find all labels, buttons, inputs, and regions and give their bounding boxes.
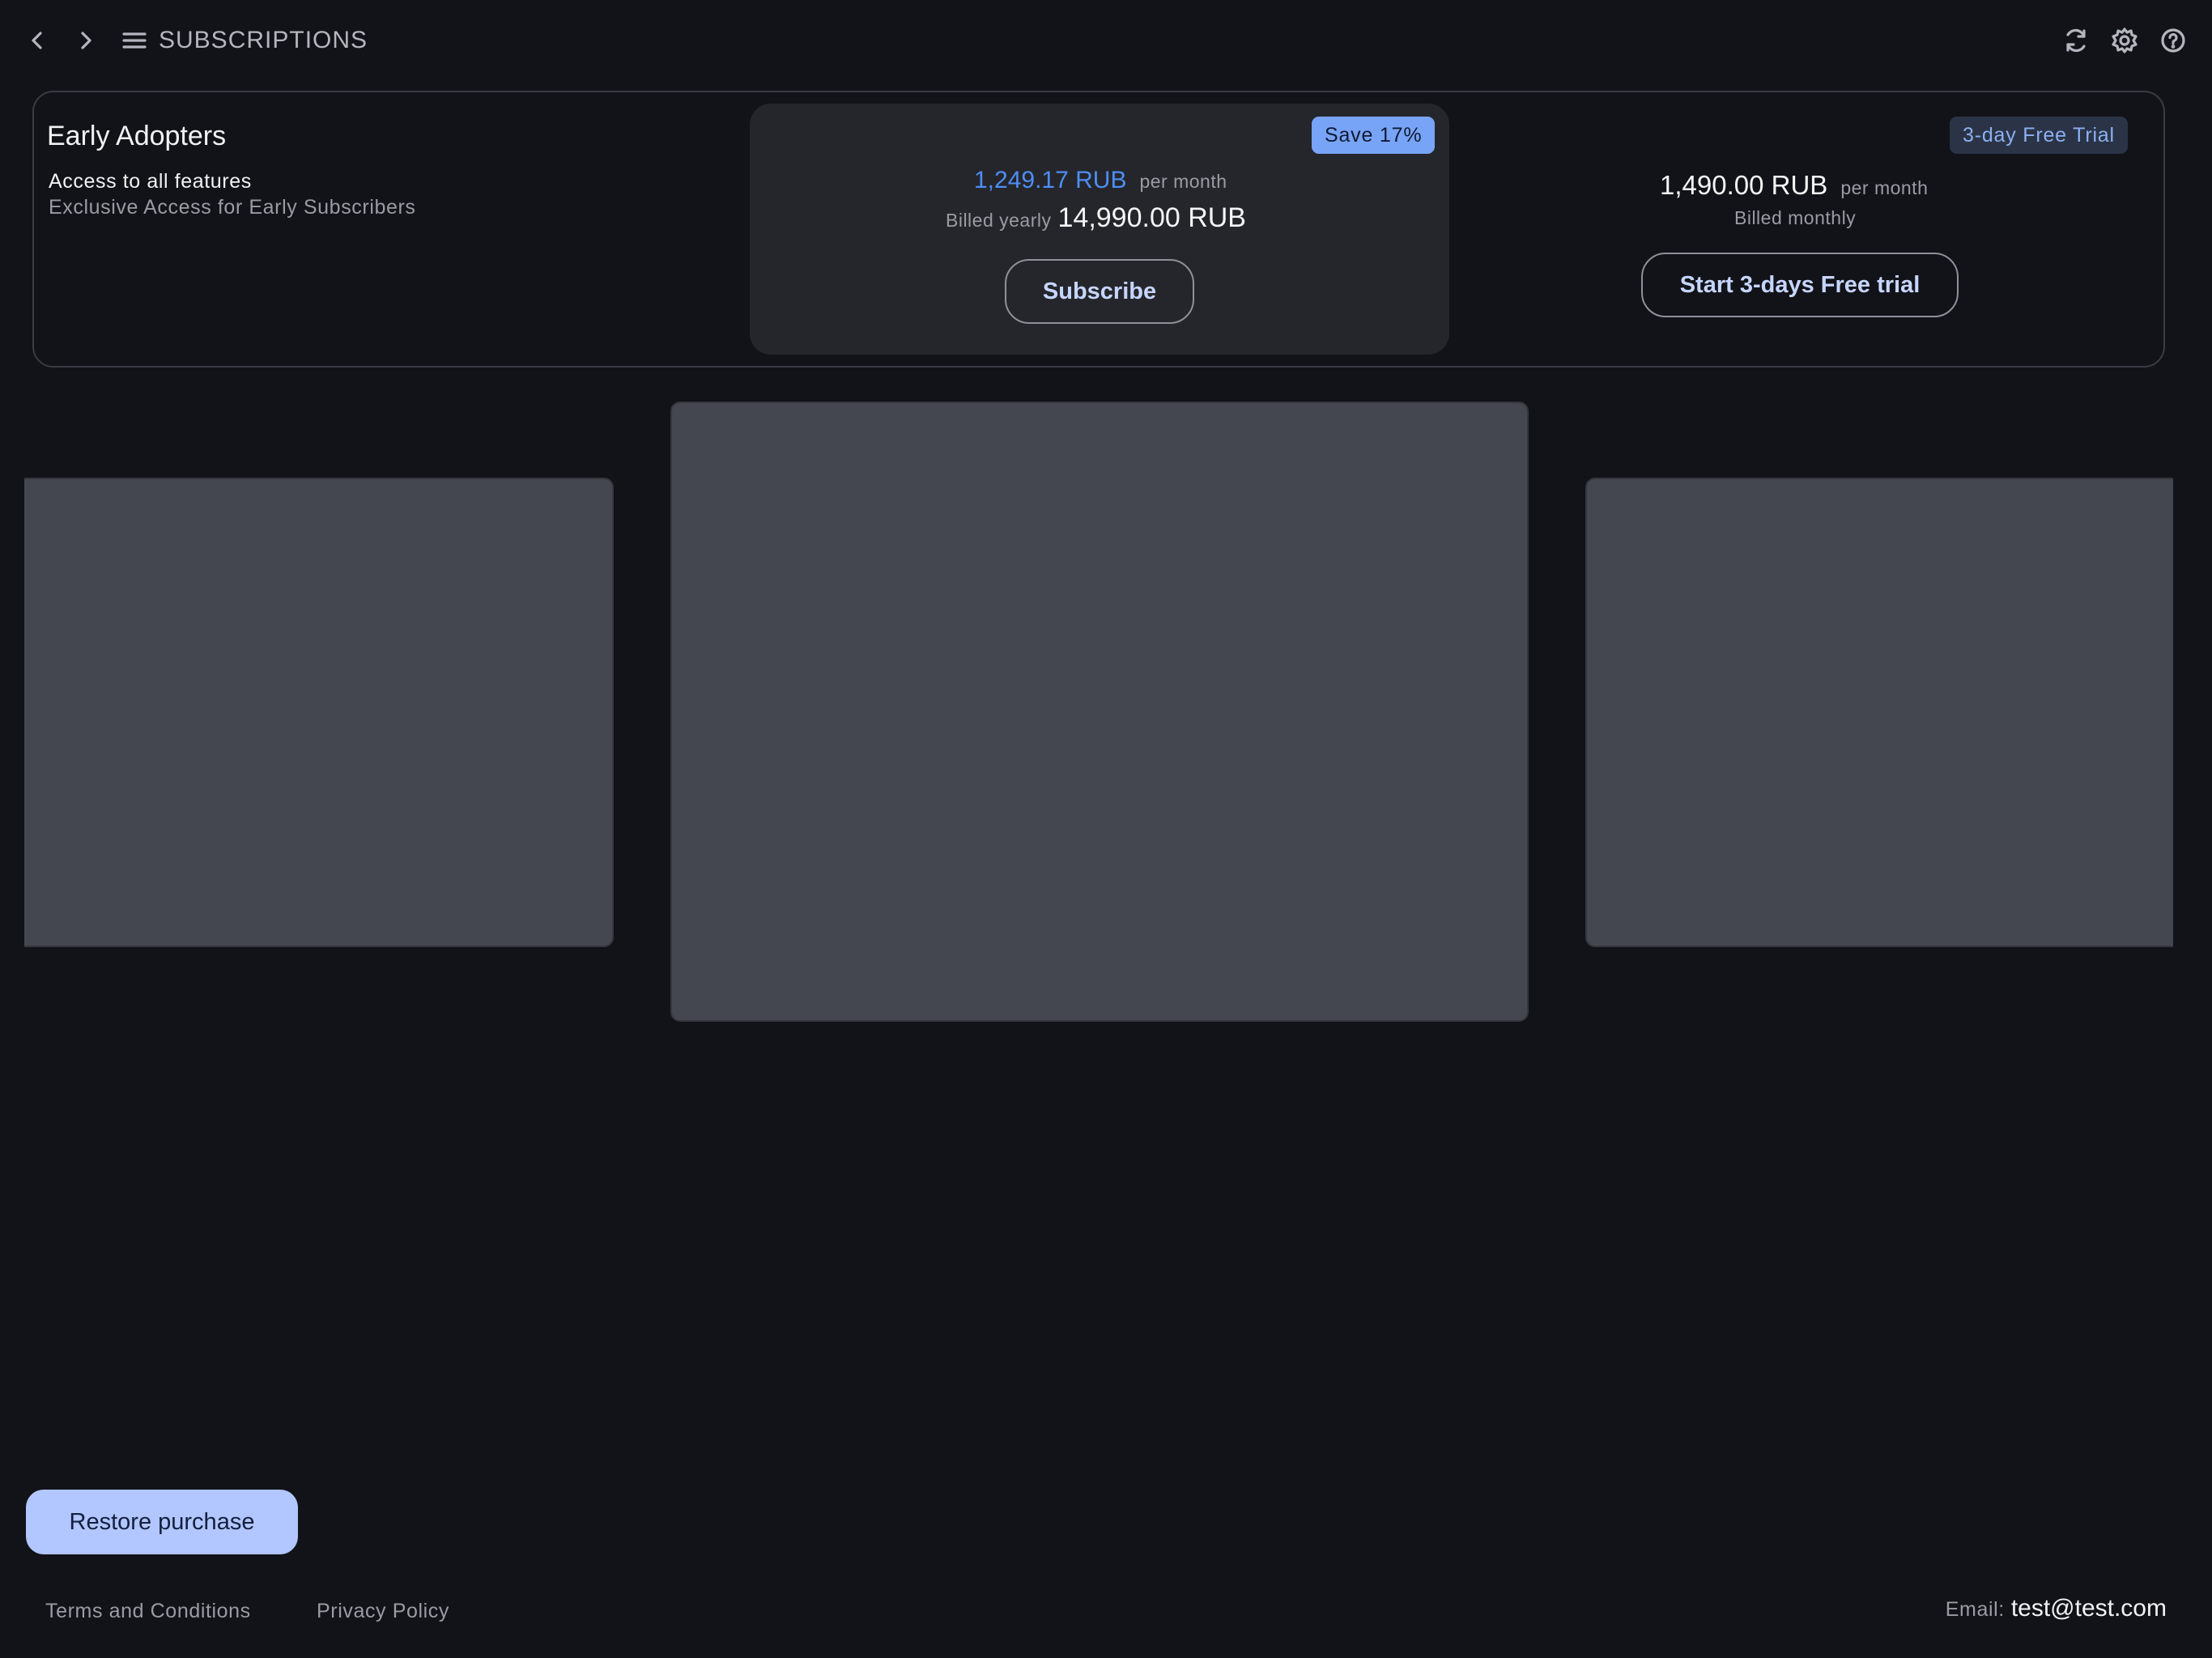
billed-yearly-label: Billed yearly — [946, 210, 1052, 231]
free-trial-badge: 3-day Free Trial — [1950, 117, 2128, 154]
refresh-icon[interactable] — [2055, 19, 2097, 62]
save-badge: Save 17% — [1312, 117, 1436, 154]
plan-subtitle: Exclusive Access for Early Subscribers — [49, 196, 416, 219]
per-month-label: per month — [1139, 171, 1227, 192]
email-info: Email: test@test.com — [1946, 1595, 2167, 1622]
menu-icon[interactable] — [113, 19, 155, 62]
yearly-monthly-price: 1,249.17 RUB — [974, 167, 1127, 193]
monthly-price-line: 1,490.00 RUB per month — [1660, 170, 1928, 201]
page-title: SUBSCRIPTIONS — [159, 27, 368, 53]
restore-purchase-button[interactable]: Restore purchase — [26, 1490, 298, 1554]
email-label: Email: — [1945, 1598, 2005, 1621]
subscribe-button[interactable]: Subscribe — [1005, 259, 1194, 324]
yearly-total-line: Billed yearly 14,990.00 RUB — [946, 202, 1246, 234]
yearly-monthly-price-line: 1,249.17 RUB per month — [974, 167, 1227, 194]
start-free-trial-button[interactable]: Start 3-days Free trial — [1641, 253, 1959, 317]
privacy-link[interactable]: Privacy Policy — [317, 1598, 449, 1624]
billed-monthly-label: Billed monthly — [1734, 207, 1857, 228]
carousel-image-left[interactable] — [24, 478, 614, 947]
terms-link[interactable]: Terms and Conditions — [45, 1598, 251, 1624]
plan-description: Access to all features — [49, 170, 252, 193]
help-icon[interactable] — [2152, 19, 2194, 62]
settings-icon[interactable] — [2104, 19, 2146, 62]
carousel-image-center[interactable] — [670, 402, 1529, 1022]
monthly-price: 1,490.00 RUB — [1660, 170, 1828, 200]
per-month-label: per month — [1840, 177, 1929, 198]
email-value: test@test.com — [2010, 1595, 2167, 1622]
yearly-total-price: 14,990.00 RUB — [1057, 202, 1247, 233]
back-icon[interactable] — [16, 19, 58, 62]
top-bar: SUBSCRIPTIONS — [0, 0, 2212, 81]
plan-name: Early Adopters — [47, 121, 227, 151]
forward-icon[interactable] — [65, 19, 107, 62]
carousel-image-right[interactable] — [1585, 478, 2173, 947]
